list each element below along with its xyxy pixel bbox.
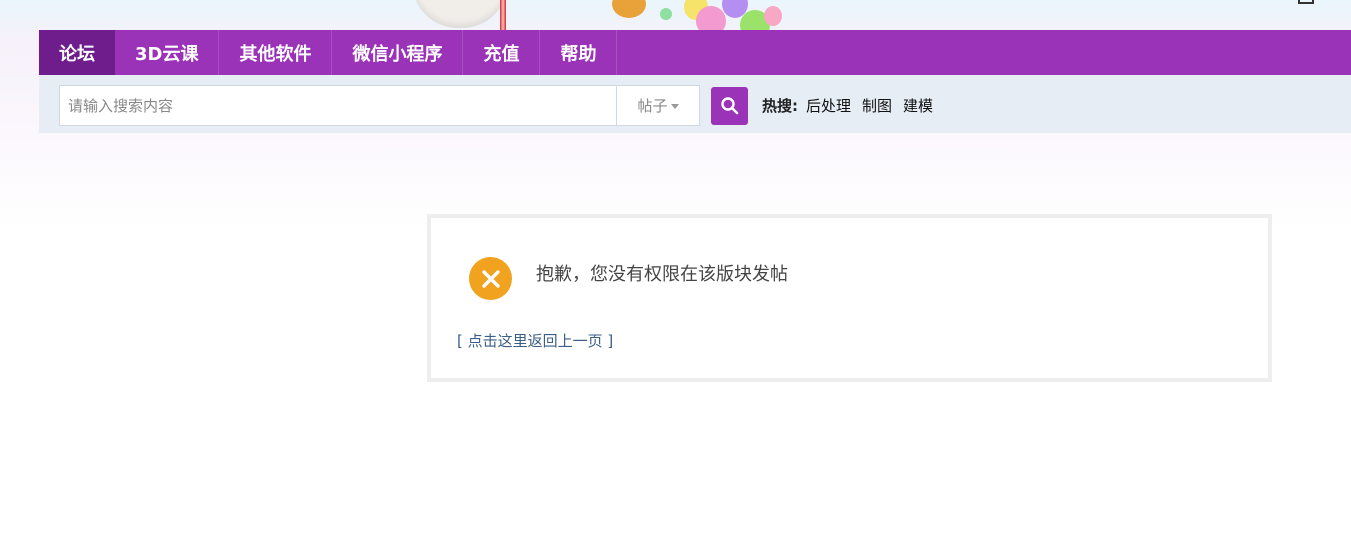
search-bar: 帖子 热搜: 后处理 制图 建模 [39, 75, 1351, 133]
carousel-pole-graphic [500, 0, 506, 30]
nav-item-wechat-miniprogram[interactable]: 微信小程序 [332, 30, 464, 75]
nav-item-forum[interactable]: 论坛 [39, 30, 115, 75]
back-link[interactable]: [ 点击这里返回上一页 ] [457, 330, 613, 351]
balloon-graphic [696, 6, 726, 30]
nav-item-help[interactable]: 帮助 [540, 30, 618, 75]
main-nav: 论坛 3D云课 其他软件 微信小程序 充值 帮助 [39, 30, 1351, 75]
nav-item-recharge[interactable]: 充值 [463, 30, 541, 75]
search-type-label: 帖子 [637, 97, 668, 115]
search-button[interactable] [711, 87, 748, 125]
alert-message: 抱歉，您没有权限在该版块发帖 [536, 264, 788, 285]
hot-search-label: 热搜: [762, 96, 798, 115]
search-input[interactable] [59, 85, 617, 126]
header-banner [0, 0, 1351, 30]
search-type-select[interactable]: 帖子 [616, 85, 700, 126]
balloon-graphic [764, 6, 782, 26]
hot-search: 热搜: 后处理 制图 建模 [762, 93, 944, 117]
hot-search-item[interactable]: 建模 [903, 95, 933, 116]
corner-mark [1298, 0, 1314, 4]
chevron-down-icon [670, 104, 679, 109]
mascot-graphic [612, 0, 646, 18]
error-x-icon [469, 257, 512, 300]
hot-search-item[interactable]: 制图 [862, 95, 892, 116]
permission-alert: 抱歉，您没有权限在该版块发帖 [ 点击这里返回上一页 ] [427, 214, 1272, 382]
search-icon [720, 97, 738, 115]
balloon-graphic [660, 8, 672, 20]
carousel-horse-graphic [412, 0, 508, 28]
hot-search-item[interactable]: 后处理 [806, 95, 851, 116]
nav-item-3d-course[interactable]: 3D云课 [115, 30, 220, 75]
nav-item-other-software[interactable]: 其他软件 [219, 30, 333, 75]
